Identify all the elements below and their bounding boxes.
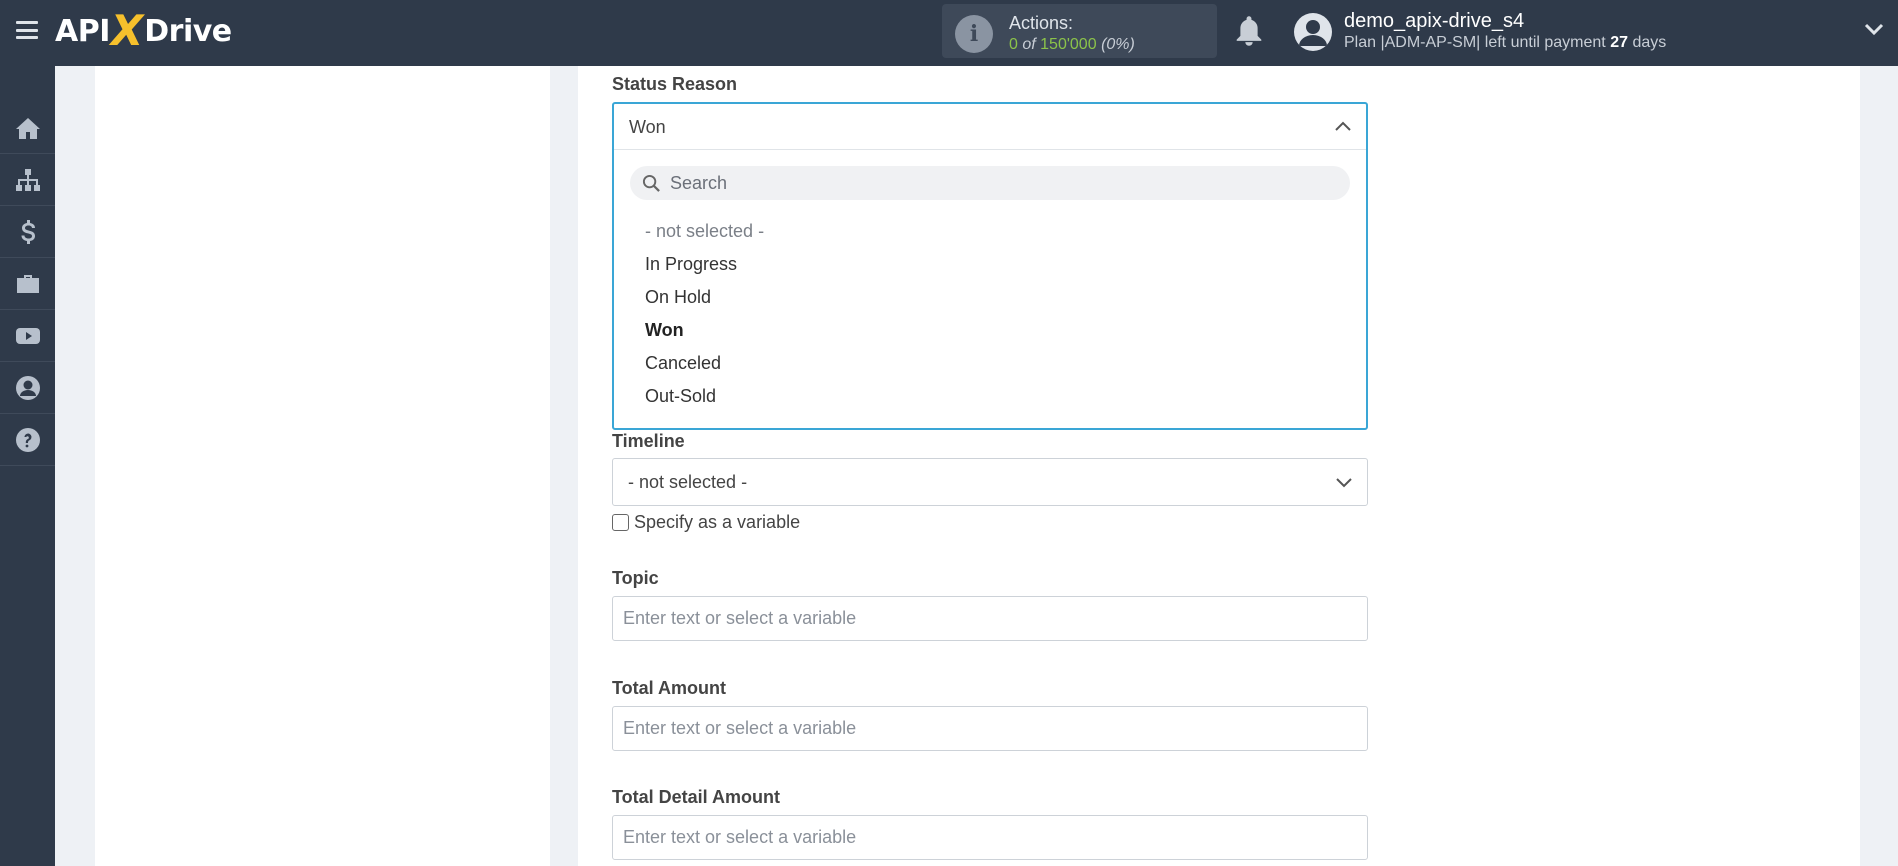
option-out-sold[interactable]: Out-Sold xyxy=(645,386,716,407)
info-icon: i xyxy=(955,15,993,53)
sidebar-item-connections[interactable] xyxy=(0,154,55,206)
user-name[interactable]: demo_apix-drive_s4 xyxy=(1344,10,1524,33)
chevron-down-icon[interactable] xyxy=(1864,22,1884,38)
option-not-selected[interactable]: - not selected - xyxy=(645,221,764,242)
logo-text-left: API xyxy=(55,13,110,49)
actions-value: 0 of 150'000 (0%) xyxy=(1009,36,1135,54)
status-reason-label: Status Reason xyxy=(612,74,738,94)
dollar-icon xyxy=(21,219,35,244)
logo-text-right: Drive xyxy=(144,13,232,49)
sidebar-item-services[interactable] xyxy=(0,258,55,310)
timeline-label: Timeline xyxy=(612,431,685,451)
option-in-progress[interactable]: In Progress xyxy=(645,254,737,275)
total-amount-label: Total Amount xyxy=(612,678,726,698)
avatar[interactable] xyxy=(1294,13,1332,51)
option-canceled[interactable]: Canceled xyxy=(645,353,721,374)
home-icon xyxy=(15,117,40,139)
menu-icon[interactable] xyxy=(16,21,38,39)
bell-icon[interactable] xyxy=(1234,15,1264,47)
timeline-select[interactable]: - not selected - xyxy=(612,458,1368,506)
search-field[interactable] xyxy=(630,166,1350,200)
sidebar-item-profile[interactable] xyxy=(0,362,55,414)
actions-used: 0 xyxy=(1009,36,1018,53)
variable-checkbox[interactable] xyxy=(612,513,629,531)
actions-label: Actions: xyxy=(1009,13,1074,33)
sidebar-item-videos[interactable] xyxy=(0,310,55,362)
option-on-hold[interactable]: On Hold xyxy=(645,287,711,308)
option-won[interactable]: Won xyxy=(645,320,684,341)
actions-percent: (0%) xyxy=(1101,36,1135,53)
briefcase-icon xyxy=(16,274,39,293)
sidebar-item-home[interactable] xyxy=(0,102,55,154)
topic-label: Topic xyxy=(612,568,659,588)
status-reason-select[interactable]: Won - not selected - In Progress On Hold… xyxy=(612,102,1368,430)
question-icon xyxy=(15,427,40,452)
total-amount-input[interactable] xyxy=(612,706,1368,751)
sidebar xyxy=(0,66,55,866)
chevron-down-icon xyxy=(1336,478,1352,488)
actions-counter[interactable]: i Actions: 0 of 150'000 (0%) xyxy=(942,4,1217,58)
total-detail-amount-label: Total Detail Amount xyxy=(612,787,780,807)
actions-of: of xyxy=(1022,36,1036,53)
search-input[interactable] xyxy=(670,169,1330,197)
timeline-variable-row: Specify as a variable xyxy=(612,511,800,533)
search-icon xyxy=(642,174,660,192)
user-circle-icon xyxy=(15,375,40,400)
logo-x: X xyxy=(110,6,144,55)
left-panel xyxy=(95,66,550,866)
variable-checkbox-label[interactable]: Specify as a variable xyxy=(634,512,800,533)
total-detail-amount-input[interactable] xyxy=(612,815,1368,860)
top-bar: API X Drive i Actions: 0 of 150'000 (0%) d… xyxy=(0,0,1898,66)
days-unit: days xyxy=(1632,34,1667,51)
sidebar-item-billing[interactable] xyxy=(0,206,55,258)
logo[interactable]: API X Drive xyxy=(55,9,232,53)
actions-total: 150'000 xyxy=(1040,36,1097,53)
timeline-value: - not selected - xyxy=(628,472,748,492)
sitemap-icon xyxy=(15,168,40,191)
status-reason-value: Won xyxy=(629,117,666,137)
chevron-up-icon[interactable] xyxy=(1334,120,1352,132)
topic-input[interactable] xyxy=(612,596,1368,641)
youtube-icon xyxy=(15,327,40,344)
status-reason-select-head[interactable]: Won xyxy=(614,104,1366,150)
plan-text: Plan |ADM-AP-SM| left until payment xyxy=(1344,34,1606,51)
days-value: 27 xyxy=(1610,34,1628,51)
sidebar-item-help[interactable] xyxy=(0,414,55,466)
plan-info: Plan |ADM-AP-SM| left until payment 27 d… xyxy=(1344,34,1666,52)
